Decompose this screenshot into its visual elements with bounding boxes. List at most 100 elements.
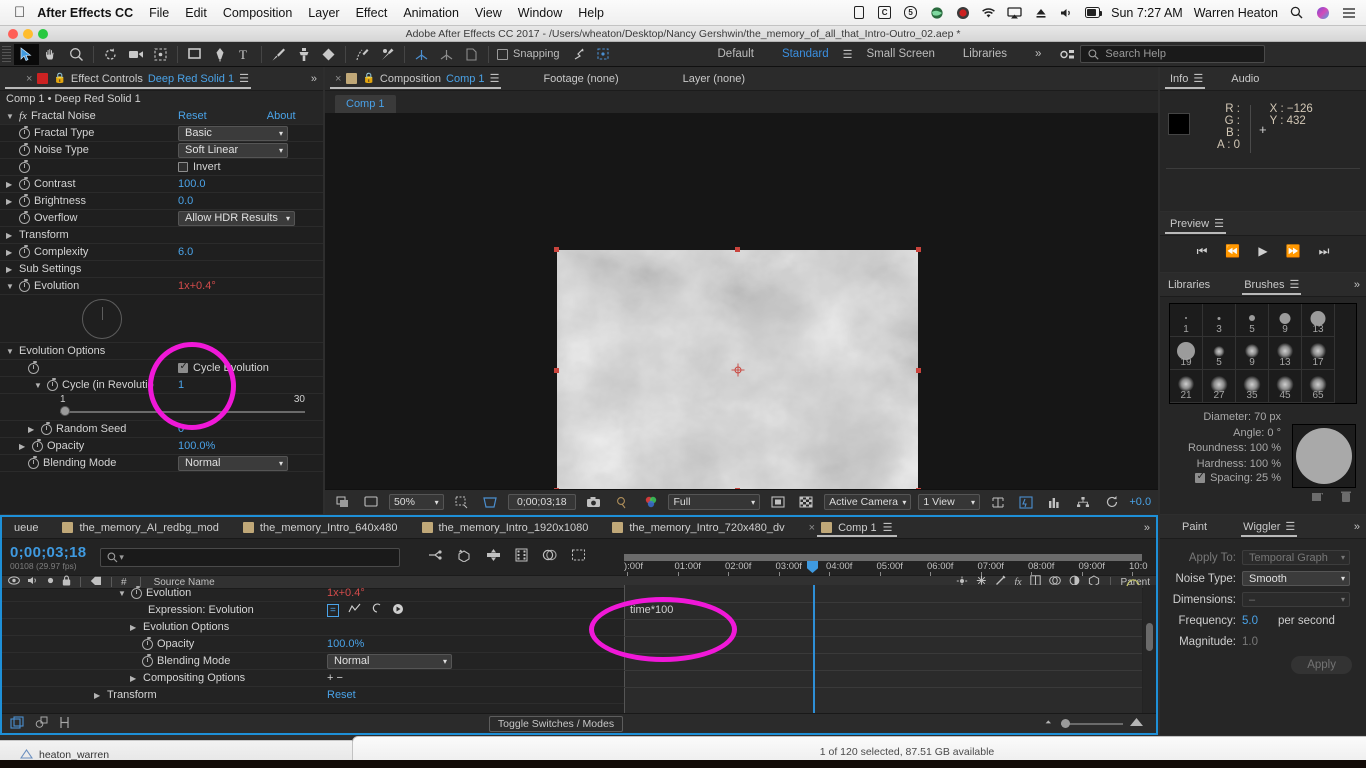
disclosure-triangle-icon[interactable]: ▼ [118,589,127,598]
current-time-indicator-line[interactable] [813,585,815,713]
hand-tool[interactable] [39,44,64,65]
stopwatch-icon[interactable] [19,159,30,173]
panel-menu-icon[interactable]: ☰ [490,72,500,85]
exposure-value[interactable]: +0.0 [1129,496,1151,508]
finder-sidebar-item[interactable]: heaton_warren [39,749,109,761]
brush-preset-cell[interactable]: 9 [1236,337,1269,370]
timeline-property-row[interactable]: Blending Mode Normal ▾ [2,653,624,670]
anchor-point-icon[interactable] [731,363,744,377]
five-icon[interactable]: 5 [903,6,918,20]
opacity-value[interactable]: 100.0% [178,440,215,452]
camera-view-dropdown[interactable]: Active Camera ▾ [824,494,912,510]
timeline-tab[interactable]: the_memory_Intro_640x480 [231,517,410,538]
globe-icon[interactable] [929,6,944,20]
brush-angle[interactable]: Angle: 0 ° [1160,426,1285,442]
disclosure-triangle-icon[interactable]: ▶ [6,231,15,240]
scrollbar-thumb[interactable] [1146,623,1153,651]
puppet-pin-tool[interactable] [375,44,400,65]
blending-mode-dropdown[interactable]: Normal ▾ [178,455,288,471]
stopwatch-icon[interactable] [19,176,30,190]
dimensions-dropdown[interactable]: – ▾ [1242,592,1350,607]
invert-checkbox[interactable] [178,162,188,172]
close-window-button[interactable] [8,29,18,39]
menu-app-name[interactable]: After Effects CC [37,6,133,20]
selection-tool[interactable] [14,43,39,65]
always-preview-icon[interactable] [332,492,353,513]
main-view-icon[interactable] [360,492,381,513]
play-button[interactable]: ▶ [1258,244,1267,258]
stopwatch-icon[interactable] [142,636,153,650]
apply-to-dropdown[interactable]: Temporal Graph ▾ [1242,550,1350,565]
param-row-evolution[interactable]: ▼ Evolution 1x+0.4° [0,278,323,295]
brush-preset-grid[interactable]: 1 3 5 9 13 19 5 9 13 17 21 27 35 45 65 [1169,303,1357,404]
disclosure-triangle-icon[interactable]: ▶ [6,197,15,206]
maximize-window-button[interactable] [38,29,48,39]
keyframe-nav-icon[interactable] [1126,575,1140,587]
selection-handle-tc[interactable] [735,247,740,252]
timeline-zoom-slider[interactable] [1061,718,1123,729]
disclosure-triangle-icon[interactable]: ▼ [34,381,43,390]
expression-language-icon[interactable] [392,603,404,618]
transfer-controls-pane-icon[interactable] [35,716,48,732]
param-row-blending-mode[interactable]: Blending Mode Normal ▾ [0,455,323,472]
wifi-icon[interactable] [981,6,996,20]
selection-handle-mr[interactable] [916,367,921,373]
pan-behind-tool[interactable] [148,44,173,65]
transparency-grid-icon[interactable] [796,492,817,513]
menu-help[interactable]: Help [578,6,604,20]
timeline-tab[interactable]: the_memory_AI_redbg_mod [50,517,230,538]
workspace-standard[interactable]: Standard [768,48,843,60]
snapping-checkbox[interactable] [497,48,508,60]
airplay-icon[interactable] [1007,6,1022,20]
disclosure-triangle-icon[interactable]: ▶ [19,442,28,451]
contrast-value[interactable]: 100.0 [178,178,206,190]
timeline-property-row[interactable]: Expression: Evolution = [2,602,624,619]
brush-preset-cell[interactable]: 21 [1170,370,1203,403]
stopwatch-icon[interactable] [19,210,30,224]
eject-icon[interactable] [1033,6,1048,20]
battery-icon[interactable] [1085,6,1103,20]
show-snapshot-icon[interactable] [612,492,633,513]
brush-preset-cell[interactable]: 27 [1203,370,1236,403]
snapping-toggle[interactable]: Snapping [497,48,560,60]
record-icon[interactable] [955,6,970,20]
stopwatch-icon[interactable] [19,193,30,207]
reset-exposure-icon[interactable] [1101,492,1122,513]
in-out-pane-icon[interactable] [59,716,70,732]
view-layout-dropdown[interactable]: 1 View ▾ [918,494,980,510]
fractal-type-dropdown[interactable]: Basic ▾ [178,125,288,141]
param-row-fractal-type[interactable]: Fractal Type Basic ▾ [0,125,323,142]
noise-type-dropdown[interactable]: Soft Linear ▾ [178,142,288,158]
eraser-tool[interactable] [316,44,341,65]
toggle-mask-paths-icon[interactable] [767,492,788,513]
menu-username[interactable]: Warren Heaton [1194,6,1278,20]
stopwatch-icon[interactable] [19,278,30,292]
brush-preset-cell[interactable]: 13 [1302,304,1335,337]
workspace-default[interactable]: Default [704,48,768,60]
param-row-contrast[interactable]: ▶ Contrast 100.0 [0,176,323,193]
region-of-interest-icon[interactable] [479,492,500,513]
brush-preset-cell[interactable]: 13 [1269,337,1302,370]
minimize-window-button[interactable] [23,29,33,39]
menu-edit[interactable]: Edit [185,6,207,20]
stopwatch-icon[interactable] [19,244,30,258]
timeline-ruler[interactable]: ):00f 01:00f 02:00f 03:00f 04:00f 05:00f 06:00… [624,554,1148,576]
first-frame-button[interactable]: ⏮ [1197,244,1208,259]
stopwatch-icon[interactable] [32,438,43,452]
property-value[interactable]: Reset [327,689,356,701]
menu-clock[interactable]: Sun 7:27 AM [1111,6,1183,20]
disclosure-triangle-icon[interactable]: ▼ [6,112,15,121]
stopwatch-icon[interactable] [19,142,30,156]
menu-animation[interactable]: Animation [403,6,459,20]
workspace-settings-icon[interactable] [1055,44,1080,65]
search-help-field[interactable]: Search Help [1080,45,1266,63]
brush-preset-cell[interactable]: 45 [1269,370,1302,403]
display-icon[interactable] [851,6,866,20]
resolution-region-icon[interactable] [451,492,472,513]
panel-menu-icon[interactable]: ☰ [1290,278,1300,291]
panel-menu-icon[interactable]: ☰ [883,521,893,534]
brush-preset-cell[interactable]: 9 [1269,304,1302,337]
brush-preset-cell[interactable]: 5 [1203,337,1236,370]
previous-frame-button[interactable]: ⏪ [1225,244,1240,258]
disclosure-triangle-icon[interactable]: ▶ [6,248,15,257]
